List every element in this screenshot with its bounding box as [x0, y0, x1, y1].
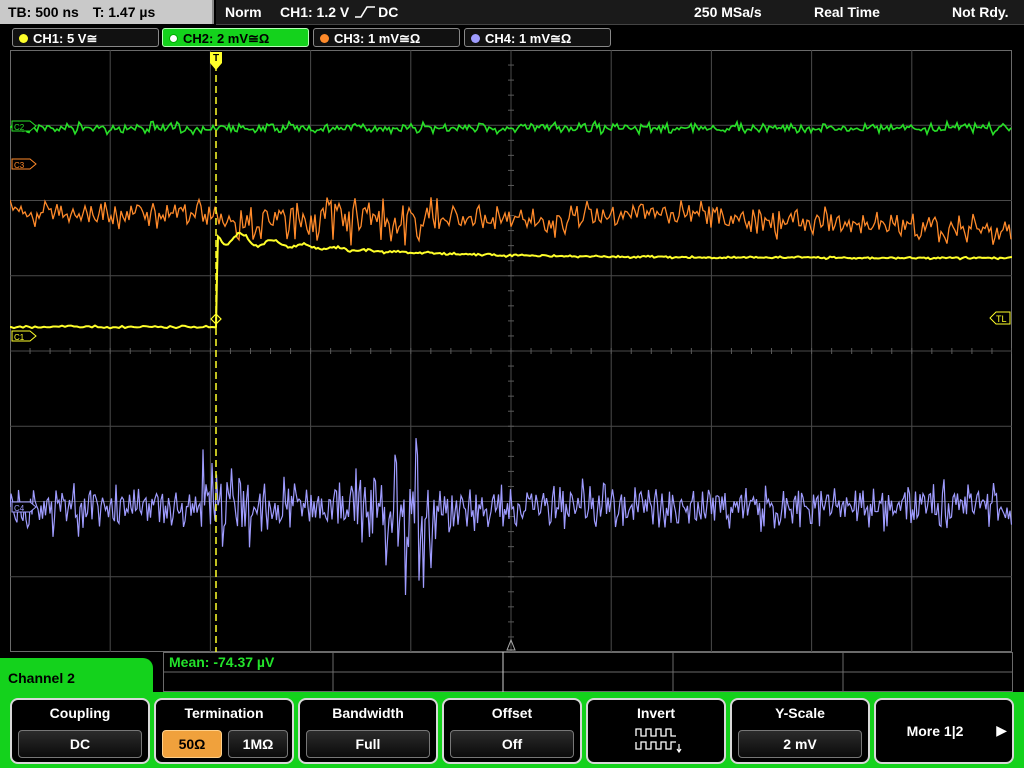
termination-title: Termination [184, 705, 264, 721]
coupling-title: Coupling [49, 705, 111, 721]
sample-rate: 250 MSa/s [694, 4, 762, 20]
measurement-panel[interactable]: Mean: -74.37 µV [163, 652, 1013, 692]
invert-waveform-icon [635, 728, 682, 754]
waveform-display[interactable]: T C2 C3 C1 C4 TL [10, 50, 1012, 652]
bandwidth-softkey[interactable]: Bandwidth Full [298, 698, 438, 764]
offset-value[interactable]: Off [450, 730, 574, 758]
coupling-softkey[interactable]: Coupling DC [10, 698, 150, 764]
acquisition-mode: Real Time [814, 4, 880, 20]
more-softkey[interactable]: More 1|2 ▶ [874, 698, 1014, 764]
ch3-label: CH3: 1 mV≅Ω [334, 31, 421, 46]
ch4-color-dot [471, 34, 480, 43]
svg-text:C4: C4 [14, 504, 25, 513]
trigger-status: Not Rdy. [952, 4, 1009, 20]
svg-text:C1: C1 [14, 333, 25, 342]
coupling-value[interactable]: DC [18, 730, 142, 758]
yscale-softkey[interactable]: Y-Scale 2 mV [730, 698, 870, 764]
bandwidth-value[interactable]: Full [306, 730, 430, 758]
channel-tabs: CH1: 5 V≅ CH2: 2 mV≅Ω CH3: 1 mV≅Ω CH4: 1… [0, 26, 1024, 48]
yscale-value[interactable]: 2 mV [738, 730, 862, 758]
tab-ch1[interactable]: CH1: 5 V≅ [12, 28, 159, 47]
next-page-icon: ▶ [996, 722, 1007, 738]
offset-title: Offset [491, 705, 533, 721]
termination-1mohm-option[interactable]: 1MΩ [228, 730, 288, 758]
ch1-color-dot [19, 34, 28, 43]
rising-edge-icon [355, 6, 376, 18]
ch2-label: CH2: 2 mV≅Ω [183, 31, 270, 46]
svg-text:T: T [213, 53, 219, 64]
ch4-label: CH4: 1 mV≅Ω [485, 31, 572, 46]
ch3-color-dot [320, 34, 329, 43]
trigger-coupling: DC [378, 4, 399, 20]
acquisition-box[interactable]: Norm CH1: 1.2 V DC 250 MSa/s Real Time N… [216, 0, 1024, 25]
more-label: More 1|2 [906, 723, 964, 739]
measurement-grid [163, 652, 1013, 692]
trigger-source: CH1: 1.2 V [280, 4, 350, 20]
ch2-color-dot [169, 34, 178, 43]
svg-text:C3: C3 [14, 161, 25, 170]
tab-ch2[interactable]: CH2: 2 mV≅Ω [162, 28, 309, 47]
bandwidth-title: Bandwidth [332, 705, 404, 721]
termination-50ohm-option[interactable]: 50Ω [162, 730, 222, 758]
svg-text:C2: C2 [14, 123, 25, 132]
termination-softkey[interactable]: Termination 50Ω 1MΩ [154, 698, 294, 764]
tab-ch4[interactable]: CH4: 1 mV≅Ω [464, 28, 611, 47]
trigger-time-value: T: 1.47 µs [92, 4, 156, 20]
invert-title: Invert [636, 705, 676, 721]
trigger-mode: Norm [225, 4, 262, 20]
timebase-box[interactable]: TB: 500 ns T: 1.47 µs [0, 0, 214, 24]
offset-softkey[interactable]: Offset Off [442, 698, 582, 764]
ch1-label: CH1: 5 V≅ [33, 31, 98, 46]
invert-softkey[interactable]: Invert [586, 698, 726, 764]
timebase-value: TB: 500 ns [8, 4, 79, 20]
mean-measurement: Mean: -74.37 µV [169, 654, 275, 670]
svg-text:TL: TL [996, 314, 1007, 324]
status-bar: TB: 500 ns T: 1.47 µs Norm CH1: 1.2 V DC… [0, 0, 1024, 25]
tab-ch3[interactable]: CH3: 1 mV≅Ω [313, 28, 460, 47]
trigger-info: CH1: 1.2 V DC [280, 0, 398, 24]
yscale-title: Y-Scale [775, 705, 825, 721]
